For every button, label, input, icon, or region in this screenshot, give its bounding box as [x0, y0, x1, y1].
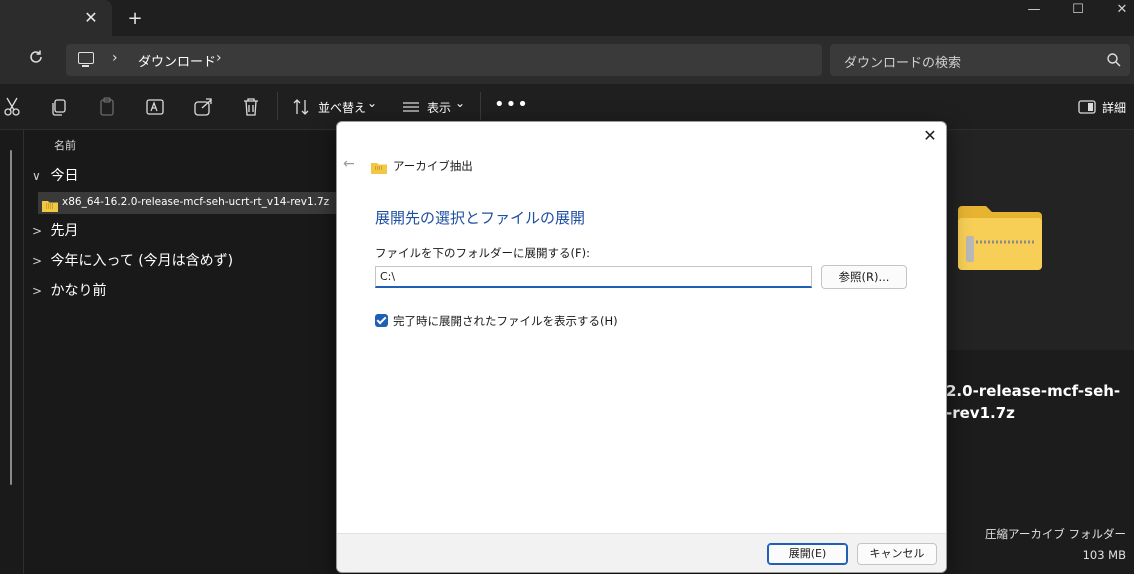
address-bar[interactable]: › ダウンロード › [66, 44, 822, 76]
search-input[interactable]: ダウンロードの検索 [830, 44, 1130, 76]
rename-icon[interactable] [144, 96, 166, 118]
dialog-title: アーカイブ抽出 [393, 159, 473, 173]
browse-button[interactable]: 参照(R)... [821, 265, 907, 289]
toolbar-divider [480, 92, 481, 120]
copy-icon[interactable] [48, 96, 70, 118]
group-long-ago[interactable]: > かなり前 [32, 280, 106, 300]
details-pane-icon[interactable] [1076, 96, 1098, 118]
details-pane: 2.0-release-mcf-seh- -rev1.7z 圧縮アーカイブ フォ… [946, 130, 1134, 574]
chevron-right-icon: > [32, 284, 43, 298]
dialog-footer: 展開(E) キャンセル [337, 533, 946, 572]
search-placeholder: ダウンロードの検索 [844, 56, 962, 71]
column-header-name[interactable]: 名前 [54, 137, 76, 153]
chevron-right-icon[interactable]: › [112, 50, 118, 66]
preview-thumbnail-area [946, 130, 1134, 350]
more-options-icon[interactable]: ••• [494, 94, 529, 115]
group-label: 今年に入って (今月は含めず) [50, 253, 234, 269]
extract-button[interactable]: 展開(E) [767, 543, 848, 565]
breadcrumb-downloads[interactable]: ダウンロード [138, 51, 216, 70]
zip-folder-icon [371, 159, 387, 174]
minimize-icon[interactable]: — [1012, 0, 1056, 24]
paste-icon[interactable] [96, 96, 118, 118]
cancel-button[interactable]: キャンセル [857, 543, 937, 565]
chevron-down-icon[interactable]: ⌄ [455, 96, 465, 110]
navigation-pane [0, 130, 24, 574]
share-icon[interactable] [192, 96, 214, 118]
refresh-icon[interactable] [26, 49, 46, 69]
sort-icon[interactable] [290, 96, 312, 118]
show-files-label[interactable]: 完了時に展開されたファイルを表示する(H) [393, 313, 618, 329]
group-label: 今日 [50, 168, 79, 184]
group-label: 先月 [50, 223, 79, 239]
chevron-down-icon[interactable]: ⌄ [367, 96, 377, 110]
back-arrow-icon[interactable]: ← [343, 156, 359, 172]
extract-dialog: ✕ ← アーカイブ抽出 展開先の選択とファイルの展開 ファイルを下のフォルダーに… [336, 121, 947, 573]
dialog-heading: 展開先の選択とファイルの展開 [375, 209, 586, 227]
chevron-right-icon[interactable]: › [216, 50, 222, 66]
view-icon[interactable] [400, 96, 422, 118]
new-tab-icon[interactable]: + [124, 8, 146, 30]
maximize-icon[interactable]: ☐ [1056, 0, 1100, 24]
destination-label: ファイルを下のフォルダーに展開する(F): [375, 246, 590, 260]
destination-path-input[interactable] [375, 266, 812, 288]
preview-file-size: 103 MB [1082, 548, 1126, 562]
sort-button[interactable]: 並べ替え [318, 99, 366, 116]
tab-close-icon[interactable]: ✕ [80, 8, 102, 28]
file-list: 名前 ∨ 今日 x86_64-16.2.0-release-mcf-seh-uc… [24, 130, 336, 574]
chevron-down-icon: ∨ [32, 169, 41, 183]
preview-file-name: 2.0-release-mcf-seh- -rev1.7z [946, 382, 1121, 422]
chevron-right-icon: > [32, 254, 43, 268]
show-files-checkbox[interactable] [375, 314, 388, 327]
delete-icon[interactable] [240, 96, 262, 118]
window-close-icon[interactable]: ✕ [1100, 0, 1134, 24]
active-tab[interactable]: ✕ [0, 0, 112, 36]
file-name: x86_64-16.2.0-release-mcf-seh-ucrt-rt_v1… [62, 196, 330, 208]
group-label: かなり前 [50, 283, 107, 299]
this-pc-icon[interactable] [78, 52, 94, 67]
title-bar: ✕ + — ☐ ✕ [0, 0, 1134, 36]
group-last-month[interactable]: > 先月 [32, 220, 78, 240]
close-icon[interactable]: ✕ [920, 126, 940, 146]
zip-folder-icon [42, 197, 58, 212]
group-earlier-this-year[interactable]: > 今年に入って (今月は含めず) [32, 250, 233, 270]
preview-file-type: 圧縮アーカイブ フォルダー [985, 527, 1126, 541]
details-button[interactable]: 詳細 [1102, 99, 1126, 116]
file-row-selected[interactable]: x86_64-16.2.0-release-mcf-seh-ucrt-rt_v1… [38, 192, 336, 214]
address-row: › ダウンロード › ダウンロードの検索 [0, 36, 1134, 84]
search-icon[interactable] [1106, 52, 1122, 68]
toolbar-divider [277, 92, 278, 120]
zip-folder-icon [958, 206, 1042, 270]
cut-icon[interactable] [2, 96, 24, 118]
view-button[interactable]: 表示 [427, 99, 451, 116]
group-today[interactable]: ∨ 今日 [32, 165, 78, 185]
navigation-scrollbar[interactable] [10, 150, 12, 485]
chevron-right-icon: > [32, 224, 43, 238]
